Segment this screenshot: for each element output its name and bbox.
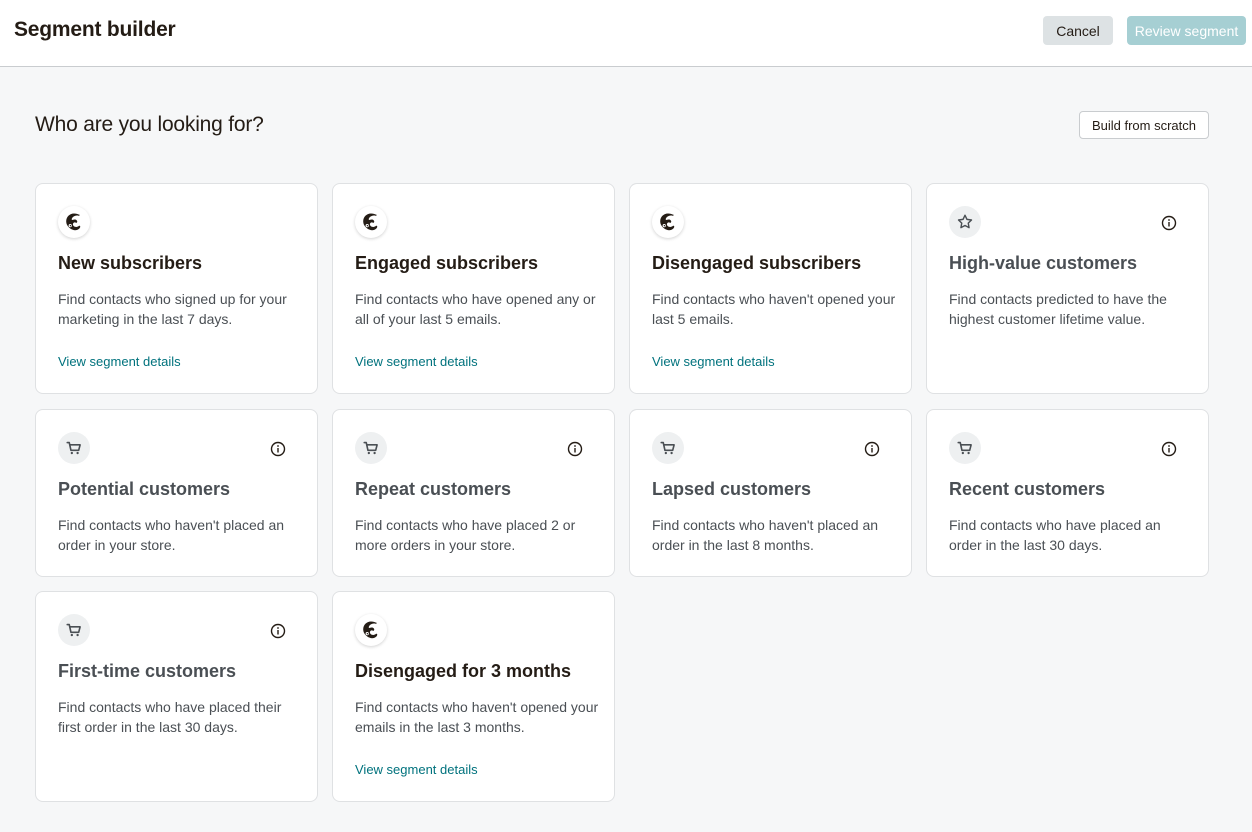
segment-card-new-subscribers[interactable]: New subscribers Find contacts who signed…	[35, 183, 318, 394]
cart-icon	[652, 432, 684, 464]
top-bar: Segment builder Cancel Review segment	[0, 0, 1252, 67]
card-description: Find contacts who haven't opened your em…	[355, 699, 599, 735]
cart-icon	[355, 432, 387, 464]
card-title: New subscribers	[58, 253, 203, 273]
info-icon[interactable]	[567, 441, 583, 457]
view-segment-details-link[interactable]: View segment details	[355, 762, 478, 777]
view-segment-details-link[interactable]: View segment details	[355, 354, 478, 369]
section-heading: Who are you looking for?	[35, 113, 264, 136]
build-from-scratch-button[interactable]: Build from scratch	[1079, 111, 1209, 139]
card-title: Recent customers	[949, 479, 1106, 499]
card-description: Find contacts who have placed their firs…	[58, 699, 282, 735]
card-description: Find contacts who haven't placed an orde…	[652, 517, 879, 553]
info-icon[interactable]	[270, 623, 286, 639]
card-title: Engaged subscribers	[355, 253, 539, 273]
card-description: Find contacts who have placed an order i…	[949, 517, 1161, 553]
review-segment-button[interactable]: Review segment	[1127, 16, 1246, 45]
segment-card-first-time-customers[interactable]: First-time customers Find contacts who h…	[35, 591, 318, 802]
cart-icon	[58, 614, 90, 646]
card-title: High-value customers	[949, 253, 1138, 273]
segment-card-disengaged-subscribers[interactable]: Disengaged subscribers Find contacts who…	[629, 183, 912, 394]
view-segment-details-link[interactable]: View segment details	[652, 354, 775, 369]
card-title: Repeat customers	[355, 479, 512, 499]
card-title: Lapsed customers	[652, 479, 812, 499]
segment-card-recent-customers[interactable]: Recent customers Find contacts who have …	[926, 409, 1209, 577]
segment-card-disengaged-3-months[interactable]: Disengaged for 3 months Find contacts wh…	[332, 591, 615, 802]
info-icon[interactable]	[864, 441, 880, 457]
segment-card-lapsed-customers[interactable]: Lapsed customers Find contacts who haven…	[629, 409, 912, 577]
card-description: Find contacts predicted to have the high…	[949, 291, 1167, 327]
cart-icon	[58, 432, 90, 464]
card-title: Disengaged subscribers	[652, 253, 862, 273]
info-icon[interactable]	[1161, 441, 1177, 457]
segment-card-engaged-subscribers[interactable]: Engaged subscribers Find contacts who ha…	[332, 183, 615, 394]
card-description: Find contacts who haven't opened your la…	[652, 291, 896, 327]
page-title: Segment builder	[14, 18, 176, 41]
card-title: Potential customers	[58, 479, 231, 499]
card-description: Find contacts who signed up for your mar…	[58, 291, 287, 327]
cart-icon	[949, 432, 981, 464]
card-title: Disengaged for 3 months	[355, 661, 572, 681]
segment-card-repeat-customers[interactable]: Repeat customers Find contacts who have …	[332, 409, 615, 577]
card-description: Find contacts who have opened any or all…	[355, 291, 596, 327]
segment-card-high-value-customers[interactable]: High-value customers Find contacts predi…	[926, 183, 1209, 394]
card-title: First-time customers	[58, 661, 237, 681]
info-icon[interactable]	[1161, 215, 1177, 231]
freddie-icon	[58, 206, 90, 238]
freddie-icon	[652, 206, 684, 238]
segment-card-potential-customers[interactable]: Potential customers Find contacts who ha…	[35, 409, 318, 577]
view-segment-details-link[interactable]: View segment details	[58, 354, 181, 369]
freddie-icon	[355, 614, 387, 646]
freddie-icon	[355, 206, 387, 238]
card-description: Find contacts who have placed 2 or more …	[355, 517, 576, 553]
card-description: Find contacts who haven't placed an orde…	[58, 517, 285, 553]
info-icon[interactable]	[270, 441, 286, 457]
cancel-button[interactable]: Cancel	[1043, 16, 1113, 45]
star-badge-icon	[949, 206, 981, 238]
